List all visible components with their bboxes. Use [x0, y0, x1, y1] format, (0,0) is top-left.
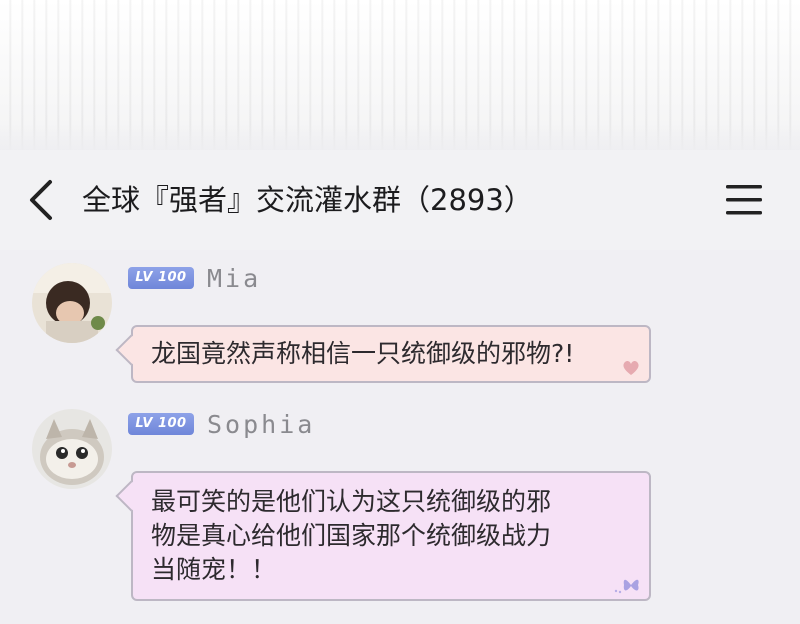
cat-avatar: [32, 409, 112, 489]
back-button[interactable]: [22, 178, 62, 222]
message-bubble[interactable]: 龙国竟然声称相信一只统御级的邪物?!: [115, 325, 651, 383]
message-list[interactable]: LV 100 Mia 龙国竟然声称相信一只统御级的邪物?! LV 100 Sop…: [0, 250, 800, 624]
message-line: 当随宠！！: [151, 555, 277, 584]
hamburger-menu-icon: [726, 185, 762, 215]
username[interactable]: Sophia: [207, 410, 315, 439]
username[interactable]: Mia: [207, 264, 261, 293]
message-text: 龙国竟然声称相信一只统御级的邪物?!: [151, 339, 575, 368]
message-line: 物是真心给他们国家那个统御级战力: [151, 521, 552, 550]
message-line: 最可笑的是他们认为这只统御级的邪: [151, 487, 552, 516]
chevron-left-icon: [30, 180, 52, 220]
person-avatar: [32, 263, 112, 343]
menu-button[interactable]: [722, 182, 766, 218]
message-text: 最可笑的是他们认为这只统御级的邪 物是真心给他们国家那个统御级战力 当随宠！！: [133, 473, 649, 587]
level-badge: LV 100: [128, 267, 194, 289]
chat-header: 全球『强者』交流灌水群（2893）: [0, 150, 800, 250]
level-badge: LV 100: [128, 413, 194, 435]
avatar[interactable]: [32, 263, 112, 343]
chat-title: 全球『强者』交流灌水群（2893）: [82, 183, 533, 217]
decorative-banner: [0, 0, 800, 150]
message-bubble[interactable]: 最可笑的是他们认为这只统御级的邪 物是真心给他们国家那个统御级战力 当随宠！！: [115, 471, 651, 601]
avatar[interactable]: [32, 409, 112, 489]
